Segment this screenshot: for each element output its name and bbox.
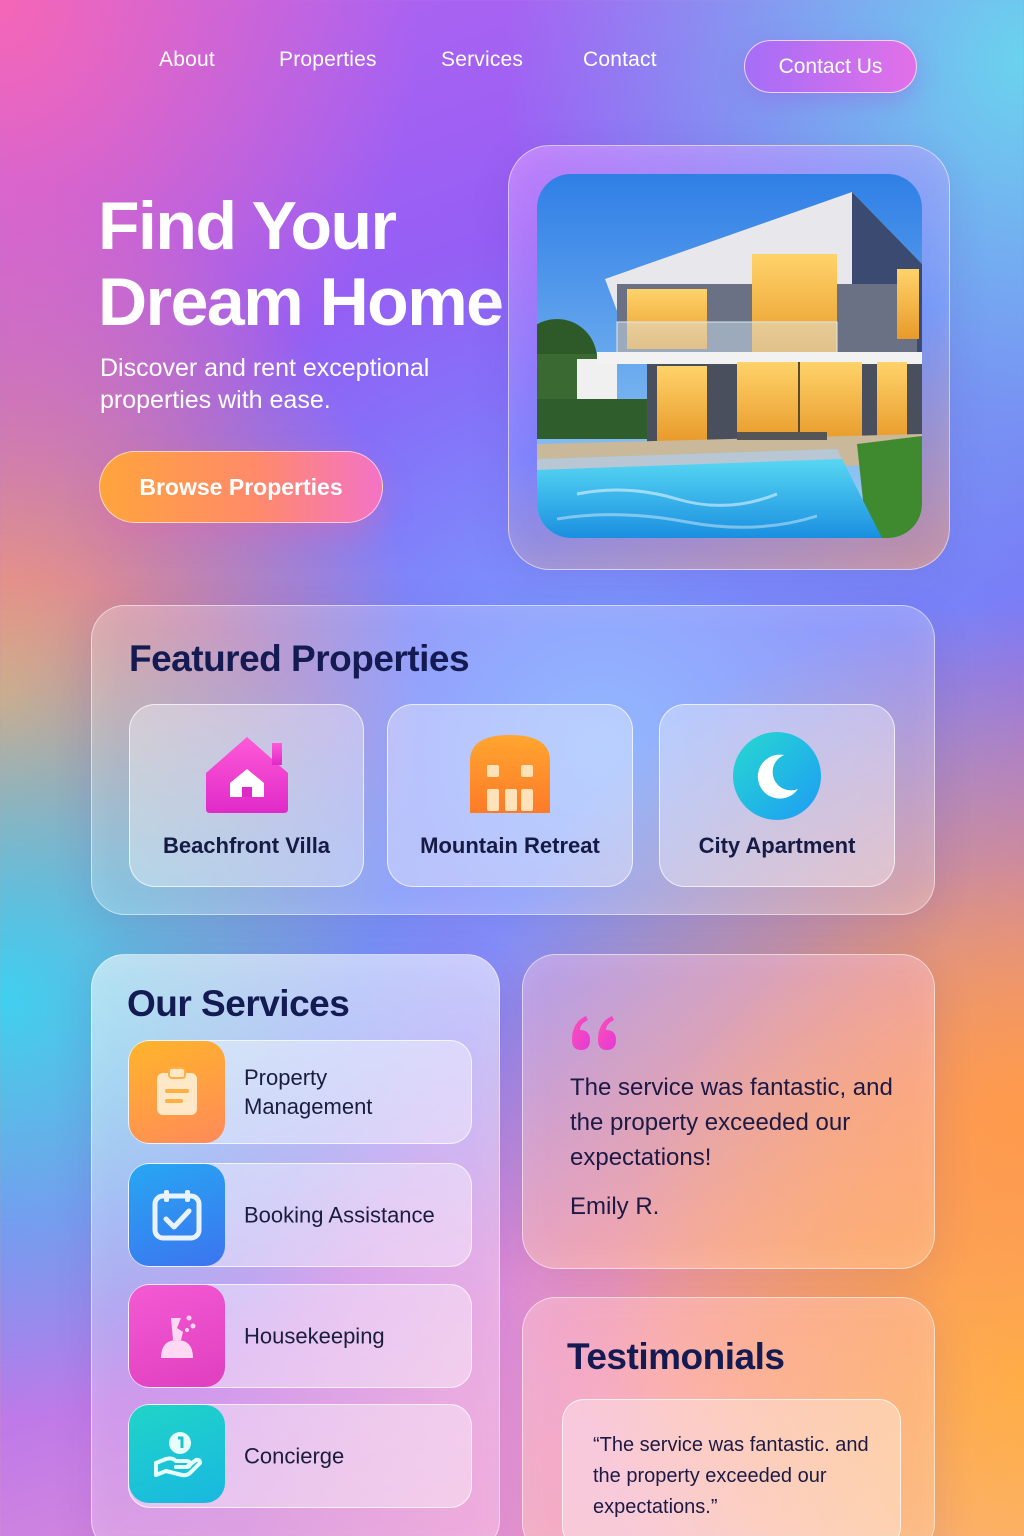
service-label: Concierge — [244, 1443, 345, 1469]
cleaning-icon — [129, 1285, 225, 1387]
property-label: Mountain Retreat — [420, 833, 600, 858]
service-label: Housekeeping — [244, 1323, 385, 1349]
nav-link-about[interactable]: About — [159, 48, 215, 72]
featured-properties-title: Featured Properties — [129, 638, 470, 679]
testimonial-card: “The service was fantastic. and the prop… — [562, 1399, 901, 1536]
hand-service-icon — [129, 1405, 225, 1503]
service-label: Property Management — [244, 1065, 373, 1119]
calendar-check-icon — [129, 1164, 225, 1266]
quote-author: Emily R. — [570, 1193, 660, 1220]
service-property-management[interactable]: Property Management — [128, 1040, 472, 1144]
hero-title: Find Your Dream Home — [98, 188, 518, 340]
clipboard-icon — [129, 1041, 225, 1143]
property-card-beachfront-villa[interactable]: Beachfront Villa — [129, 704, 364, 887]
service-booking-assistance[interactable]: Booking Assistance — [128, 1163, 472, 1267]
property-card-mountain-retreat[interactable]: Mountain Retreat — [387, 704, 633, 887]
moon-icon — [733, 732, 821, 820]
our-services-title: Our Services — [127, 983, 350, 1024]
service-housekeeping[interactable]: Housekeeping — [128, 1284, 472, 1388]
property-label: Beachfront Villa — [162, 833, 331, 858]
service-concierge[interactable]: Concierge — [128, 1404, 472, 1508]
hero-house-image — [537, 174, 922, 538]
contact-us-button[interactable]: Contact Us — [744, 40, 917, 93]
hero-title-line2: Dream Home — [98, 264, 504, 340]
property-label: City Apartment — [698, 833, 856, 858]
quote-mark-icon — [572, 1016, 616, 1050]
service-label: Booking Assistance — [244, 1202, 435, 1228]
hero-subtitle: Discover and rent exceptional properties… — [100, 354, 430, 414]
testimonial-text: “The service was fantastic. and the prop… — [593, 1434, 869, 1518]
property-card-city-apartment[interactable]: City Apartment — [659, 704, 895, 887]
house-icon — [205, 737, 288, 813]
nav-link-services[interactable]: Services — [441, 48, 523, 72]
nav-link-properties[interactable]: Properties — [279, 48, 377, 72]
hero-title-line1: Find Your — [98, 188, 397, 264]
nav-link-contact[interactable]: Contact — [583, 48, 657, 72]
modern-house-pool-image — [537, 174, 922, 538]
quote-text: The service was fantastic, and the prope… — [570, 1074, 893, 1171]
testimonials-title: Testimonials — [567, 1336, 785, 1377]
building-icon — [470, 735, 550, 813]
browse-properties-button[interactable]: Browse Properties — [99, 451, 383, 523]
